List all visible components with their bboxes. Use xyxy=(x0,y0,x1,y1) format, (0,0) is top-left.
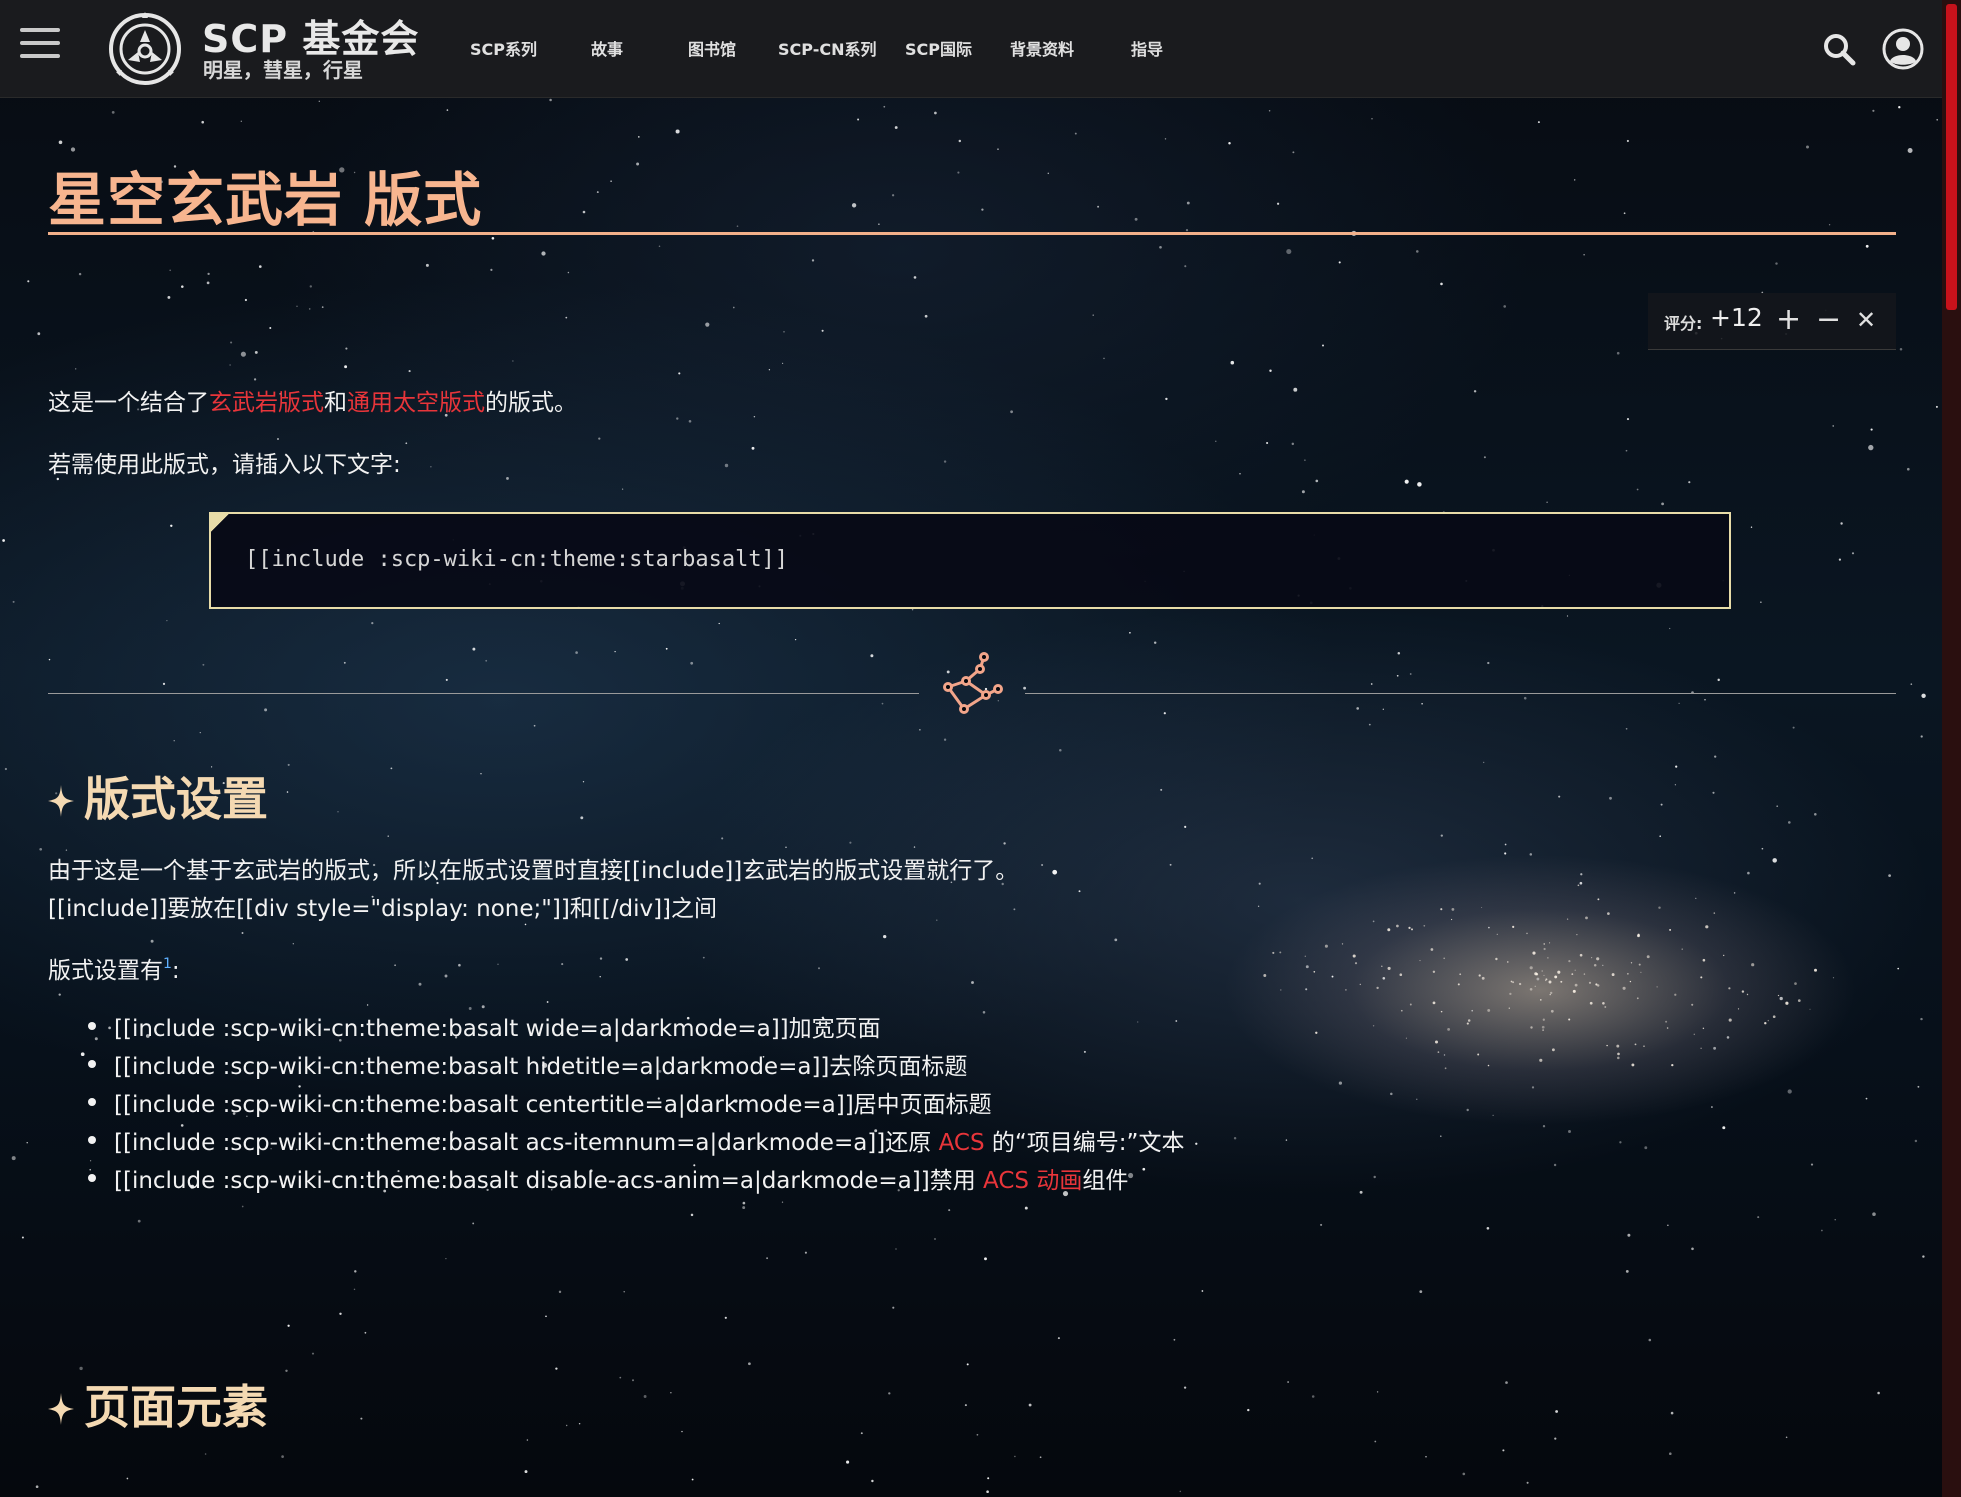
nav-item-scp-international[interactable]: SCP国际 xyxy=(905,36,972,60)
section-heading-text: 页面元素 xyxy=(84,1380,268,1434)
intro-suffix: 的版式。 xyxy=(485,390,577,416)
list-item-text: [[include :scp-wiki-cn:theme:basalt disa… xyxy=(114,1168,984,1194)
rating-value: +12 xyxy=(1710,303,1763,332)
nav-item-library[interactable]: 图书馆 xyxy=(688,36,736,60)
list-item-text-after: 组件 xyxy=(1082,1168,1129,1194)
settings-colon: : xyxy=(171,958,180,984)
site-subtitle: 明星，彗星，行星 xyxy=(203,58,363,82)
page: SCP 基金会 明星，彗星，行星 SCP系列 故事 图书馆 SCP-CN系列 S… xyxy=(0,0,1961,1497)
settings-list: [[include :scp-wiki-cn:theme:basalt wide… xyxy=(88,1009,1184,1199)
code-block: [[include :scp-wiki-cn:theme:starbasalt]… xyxy=(209,512,1731,609)
upvote-button[interactable]: + xyxy=(1776,300,1801,340)
intro-prefix: 这是一个结合了 xyxy=(48,390,209,416)
rating-module: 评分: +12 + − ✕ xyxy=(1648,293,1896,350)
divider-line-right xyxy=(1025,693,1896,694)
page-title: 星空玄武岩 版式 xyxy=(48,166,483,234)
nav-item-background[interactable]: 背景资料 xyxy=(1010,36,1074,60)
section-heading-text: 版式设置 xyxy=(84,772,268,826)
user-account-icon[interactable] xyxy=(1882,28,1924,70)
list-item-text: [[include :scp-wiki-cn:theme:basalt cent… xyxy=(114,1092,992,1118)
list-item: [[include :scp-wiki-cn:theme:basalt hide… xyxy=(88,1047,1184,1085)
sparkle-icon xyxy=(48,1393,74,1425)
downvote-button[interactable]: − xyxy=(1816,300,1841,340)
hamburger-menu-icon[interactable] xyxy=(20,28,60,68)
settings-description-line1: 由于这是一个基于玄武岩的版式，所以在版式设置时直接[[include]]玄武岩的… xyxy=(48,858,1019,884)
list-item-text: [[include :scp-wiki-cn:theme:basalt acs-… xyxy=(114,1130,939,1156)
settings-label: 版式设置有 xyxy=(48,958,163,984)
intro-paragraph: 这是一个结合了玄武岩版式和通用太空版式的版式。 xyxy=(48,383,577,417)
title-underline xyxy=(48,232,1896,235)
section-heading-page-elements: 页面元素 xyxy=(48,1371,268,1437)
list-item: [[include :scp-wiki-cn:theme:basalt cent… xyxy=(88,1085,1184,1123)
intro-mid: 和 xyxy=(324,390,347,416)
universal-space-theme-link[interactable]: 通用太空版式 xyxy=(347,390,485,416)
list-item-text: [[include :scp-wiki-cn:theme:basalt hide… xyxy=(114,1054,968,1080)
nav-item-scp-cn-series[interactable]: SCP-CN系列 xyxy=(778,36,877,60)
list-item-text: [[include :scp-wiki-cn:theme:basalt wide… xyxy=(114,1016,881,1042)
settings-list-intro: 版式设置有1: xyxy=(48,951,180,985)
top-navigation-bar: SCP 基金会 明星，彗星，行星 SCP系列 故事 图书馆 SCP-CN系列 S… xyxy=(0,0,1942,98)
constellation-icon xyxy=(943,652,1003,714)
nav-item-scp-series[interactable]: SCP系列 xyxy=(470,36,537,60)
include-code[interactable]: [[include :scp-wiki-cn:theme:starbasalt]… xyxy=(245,547,788,572)
rating-label: 评分: xyxy=(1664,314,1703,333)
nav-item-guides[interactable]: 指导 xyxy=(1131,36,1163,60)
page-scrollbar[interactable] xyxy=(1942,0,1961,1497)
list-item-text-after: 的“项目编号:”文本 xyxy=(984,1130,1185,1156)
sparkle-icon xyxy=(48,785,74,817)
basalt-theme-link[interactable]: 玄武岩版式 xyxy=(209,390,324,416)
acs-animation-link[interactable]: ACS 动画 xyxy=(983,1168,1082,1194)
nav-item-tales[interactable]: 故事 xyxy=(591,36,623,60)
scrollbar-thumb[interactable] xyxy=(1946,4,1957,310)
scp-logo-icon[interactable] xyxy=(104,10,186,88)
code-block-corner xyxy=(209,512,231,534)
divider-line-left xyxy=(48,693,919,694)
cancel-vote-button[interactable]: ✕ xyxy=(1856,300,1876,340)
acs-link[interactable]: ACS xyxy=(939,1130,985,1156)
section-heading-theme-settings: 版式设置 xyxy=(48,763,268,829)
footnote-ref[interactable]: 1 xyxy=(163,956,172,972)
list-item: [[include :scp-wiki-cn:theme:basalt disa… xyxy=(88,1161,1184,1199)
list-item: [[include :scp-wiki-cn:theme:basalt wide… xyxy=(88,1009,1184,1047)
search-icon[interactable] xyxy=(1822,32,1856,66)
settings-description-line2: [[include]]要放在[[div style="display: none… xyxy=(48,896,718,922)
usage-paragraph: 若需使用此版式，请插入以下文字: xyxy=(48,452,401,478)
list-item: [[include :scp-wiki-cn:theme:basalt acs-… xyxy=(88,1123,1184,1161)
